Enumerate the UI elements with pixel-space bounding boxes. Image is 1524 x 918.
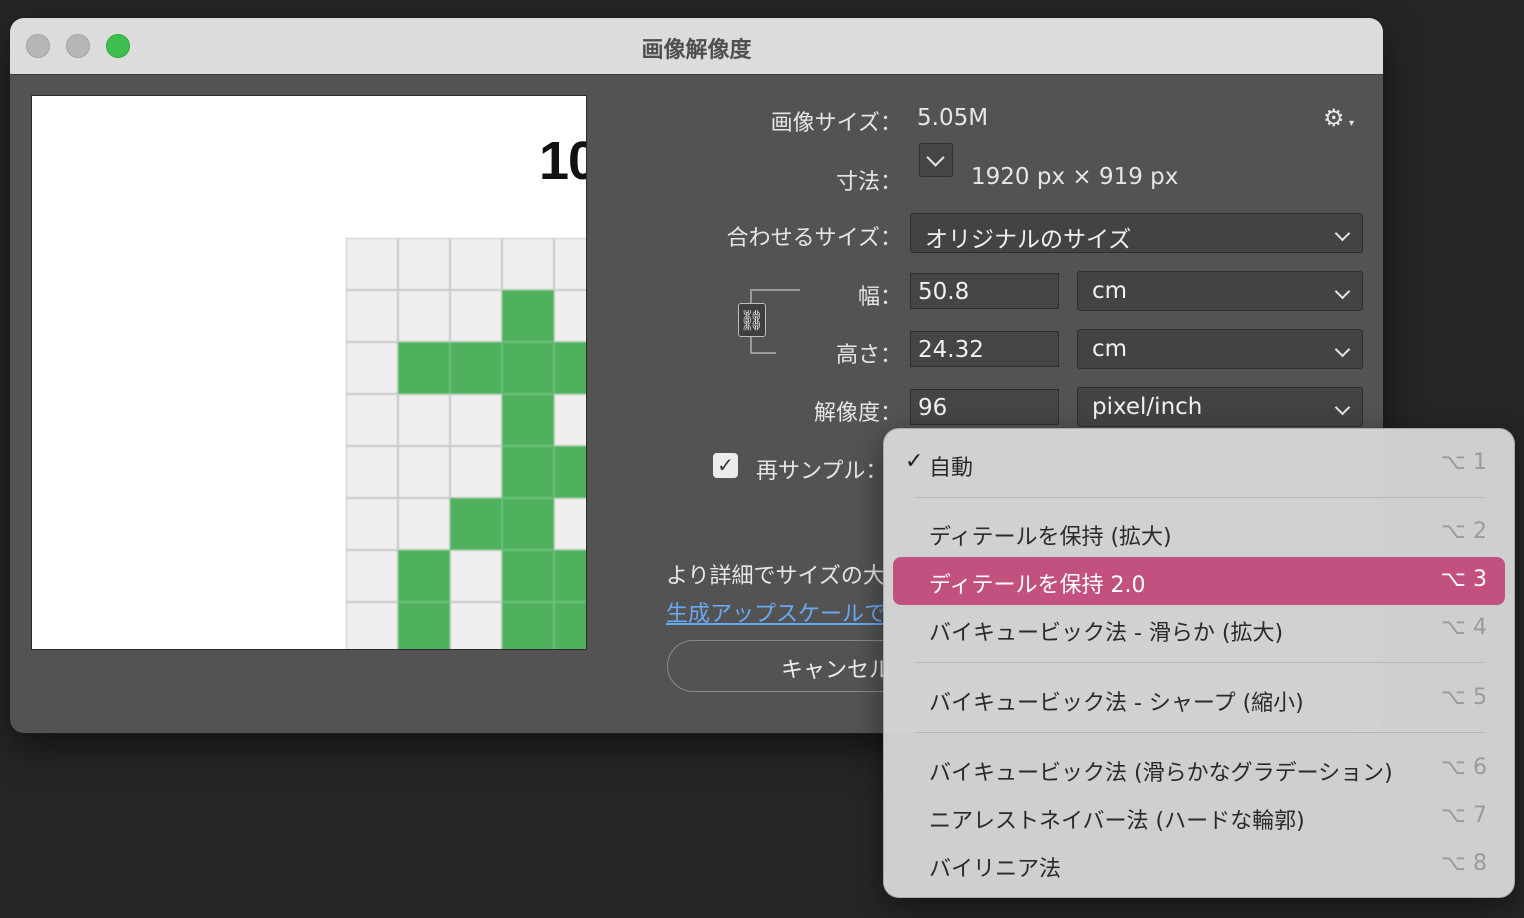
menu-item-label: ディテールを保持 2.0: [929, 573, 1146, 598]
chevron-down-icon: [1334, 341, 1351, 358]
menu-item-label: 自動: [929, 456, 974, 481]
menu-item-label: バイキュービック法 - シャープ (縮小): [929, 691, 1304, 716]
chevron-down-icon: [1334, 399, 1351, 416]
menu-separator: [915, 662, 1484, 663]
menu-item-label: バイキュービック法 - 滑らか (拡大): [929, 621, 1284, 646]
width-unit-select[interactable]: cm: [1077, 271, 1363, 311]
chevron-down-icon: [1334, 283, 1351, 300]
dimensions-unit-dropdown[interactable]: [919, 143, 953, 177]
fit-to-value: オリジナルのサイズ: [925, 227, 1132, 253]
cancel-button-label: キャンセル: [781, 658, 892, 683]
width-input[interactable]: 50.8: [910, 273, 1059, 309]
preview-pixel-grid: [346, 238, 586, 649]
menu-item-bicubic-smooth-gradients[interactable]: バイキュービック法 (滑らかなグラデーション) ⌥ 6: [893, 745, 1505, 793]
preview-text: 10: [539, 131, 586, 191]
menu-item-label: ディテールを保持 (拡大): [929, 525, 1172, 550]
resample-checkbox[interactable]: ✓: [713, 453, 738, 478]
menu-item-shortcut: ⌥ 7: [1440, 803, 1487, 828]
menu-item-shortcut: ⌥ 1: [1440, 450, 1487, 475]
gear-icon[interactable]: ⚙: [1323, 104, 1345, 132]
chevron-down-icon: [1334, 225, 1351, 242]
resolution-unit-value: pixel/inch: [1092, 394, 1203, 420]
menu-item-label: バイリニア法: [929, 857, 1062, 882]
width-label: 幅：: [857, 285, 902, 310]
menu-item-bilinear[interactable]: バイリニア法 ⌥ 8: [893, 841, 1505, 889]
menu-item-shortcut: ⌥ 8: [1440, 851, 1487, 876]
resolution-label: 解像度：: [813, 401, 902, 426]
menu-item-bicubic-smoother[interactable]: バイキュービック法 - 滑らか (拡大) ⌥ 4: [893, 605, 1505, 653]
menu-item-auto[interactable]: ✓ 自動 ⌥ 1: [893, 440, 1505, 488]
image-preview[interactable]: 10: [31, 95, 587, 650]
description-text: より詳細でサイズの大: [666, 564, 885, 589]
menu-item-shortcut: ⌥ 4: [1440, 615, 1487, 640]
resample-label: 再サンプル：: [756, 459, 888, 484]
height-label: 高さ：: [835, 343, 902, 368]
menu-item-label: バイキュービック法 (滑らかなグラデーション): [929, 761, 1393, 786]
height-unit-select[interactable]: cm: [1077, 329, 1363, 369]
menu-item-label: ニアレストネイバー法 (ハードな輪郭): [929, 809, 1305, 834]
resolution-unit-select[interactable]: pixel/inch: [1077, 387, 1363, 427]
menu-item-shortcut: ⌥ 2: [1440, 519, 1487, 544]
menu-item-nearest-neighbor[interactable]: ニアレストネイバー法 (ハードな輪郭) ⌥ 7: [893, 793, 1505, 841]
resolution-input[interactable]: 96: [910, 389, 1059, 425]
image-size-value: 5.05M: [917, 105, 989, 131]
menu-item-preserve-details-2[interactable]: ディテールを保持 2.0 ⌥ 3: [893, 557, 1505, 605]
resample-method-menu: ✓ 自動 ⌥ 1 ディテールを保持 (拡大) ⌥ 2 ディテールを保持 2.0 …: [883, 428, 1515, 898]
height-input[interactable]: 24.32: [910, 331, 1059, 367]
window-title: 画像解像度: [641, 38, 752, 63]
link-bracket: [750, 334, 776, 354]
menu-separator: [915, 497, 1484, 498]
width-unit-value: cm: [1092, 278, 1128, 304]
dimensions-label: 寸法：: [835, 170, 902, 195]
constrain-proportions-link-icon[interactable]: ⛓: [738, 303, 766, 337]
menu-item-shortcut: ⌥ 3: [1440, 567, 1487, 592]
menu-item-shortcut: ⌥ 5: [1440, 685, 1487, 710]
menu-separator: [915, 732, 1484, 733]
menu-item-preserve-details[interactable]: ディテールを保持 (拡大) ⌥ 2: [893, 509, 1505, 557]
gear-caret-icon: ▾: [1349, 118, 1355, 129]
title-bar: 画像解像度: [10, 18, 1383, 75]
menu-item-shortcut: ⌥ 6: [1440, 755, 1487, 780]
fit-to-select[interactable]: オリジナルのサイズ: [910, 213, 1363, 253]
checkmark-icon: ✓: [905, 449, 924, 474]
menu-item-bicubic-sharper[interactable]: バイキュービック法 - シャープ (縮小) ⌥ 5: [893, 675, 1505, 723]
dimensions-value: 1920 px × 919 px: [971, 164, 1179, 190]
image-size-label: 画像サイズ：: [770, 111, 902, 136]
height-unit-value: cm: [1092, 336, 1128, 362]
fit-to-label: 合わせるサイズ：: [726, 226, 902, 251]
chevron-down-icon: [926, 148, 945, 167]
generative-upscale-link[interactable]: 生成アップスケールで: [666, 596, 886, 628]
